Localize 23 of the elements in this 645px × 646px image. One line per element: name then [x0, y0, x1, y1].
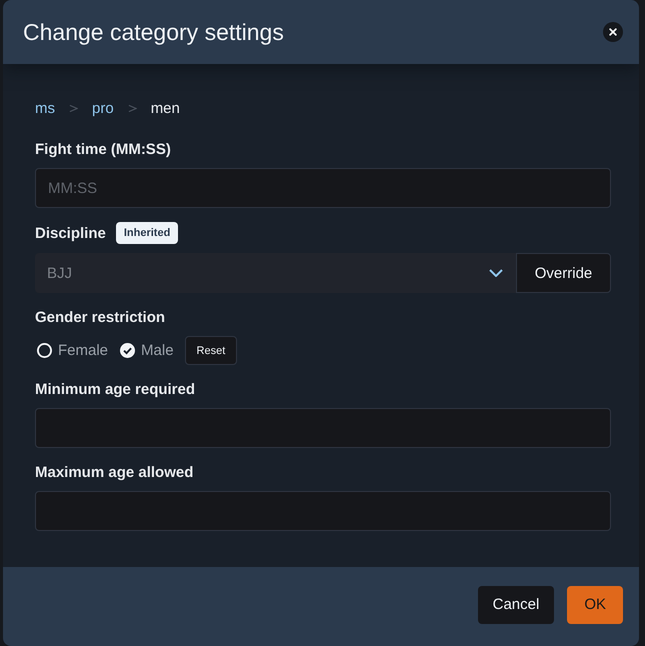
chevron-down-icon: [489, 269, 503, 277]
field-label: Discipline: [35, 224, 106, 242]
reset-button[interactable]: Reset: [184, 336, 238, 365]
input-field[interactable]: [35, 408, 611, 448]
status-badge: Inherited: [116, 222, 178, 244]
breadcrumb-current: men: [150, 100, 180, 116]
breadcrumb-link[interactable]: ms: [35, 100, 55, 116]
close-button[interactable]: [603, 22, 623, 42]
input-field[interactable]: [35, 491, 611, 531]
field-label: Maximum age allowed: [35, 464, 194, 480]
cancel-button[interactable]: Cancel: [478, 586, 554, 624]
dialog-title: Change category settings: [23, 18, 284, 46]
chevron-icon: [128, 104, 137, 112]
field-label: Minimum age required: [35, 380, 196, 398]
chevron-icon: [69, 104, 78, 112]
field-label: Gender restriction: [35, 308, 166, 326]
radio-option[interactable]: Female: [37, 342, 108, 359]
close-icon: [609, 28, 617, 36]
input-field[interactable]: MM:SS: [35, 168, 611, 208]
breadcrumb-link[interactable]: pro: [92, 100, 114, 116]
field-label: Fight time (MM:SS): [35, 140, 171, 158]
ok-button[interactable]: OK: [567, 586, 623, 624]
radio-option[interactable]: Male: [120, 342, 174, 359]
